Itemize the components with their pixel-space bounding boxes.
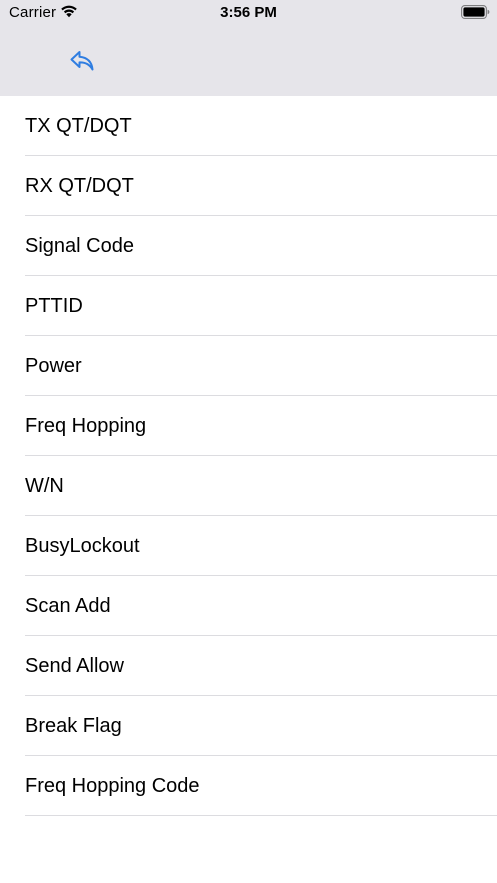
list-item-label: BusyLockout xyxy=(25,535,140,557)
list-item-label: Freq Hopping Code xyxy=(25,775,200,797)
list-item-power[interactable]: Power xyxy=(0,336,497,396)
list-item-label: PTTID xyxy=(25,295,83,317)
list-item-label: RX QT/DQT xyxy=(25,175,134,197)
header-area: Carrier 3:56 PM xyxy=(0,0,497,96)
list-item-label: Break Flag xyxy=(25,715,122,737)
navigation-bar xyxy=(0,26,497,96)
settings-menu-list: TX QT/DQT RX QT/DQT Signal Code PTTID Po… xyxy=(0,96,497,816)
list-item-label: TX QT/DQT xyxy=(25,115,132,137)
battery-full-icon xyxy=(461,5,490,19)
list-item-label: Scan Add xyxy=(25,595,111,617)
row-separator xyxy=(25,815,497,816)
reply-back-icon xyxy=(70,51,94,71)
list-item-label: W/N xyxy=(25,475,64,497)
status-bar: Carrier 3:56 PM xyxy=(0,0,497,26)
list-item-signal-code[interactable]: Signal Code xyxy=(0,216,497,276)
list-item-break-flag[interactable]: Break Flag xyxy=(0,696,497,756)
back-button[interactable] xyxy=(66,46,98,76)
status-time: 3:56 PM xyxy=(220,4,277,21)
list-item-freq-hopping-code[interactable]: Freq Hopping Code xyxy=(0,756,497,816)
list-item-rx-qt-dqt[interactable]: RX QT/DQT xyxy=(0,156,497,216)
list-item-label: Freq Hopping xyxy=(25,415,147,437)
list-item-tx-qt-dqt[interactable]: TX QT/DQT xyxy=(0,96,497,156)
list-item-label: Send Allow xyxy=(25,655,124,677)
list-item-busy-lockout[interactable]: BusyLockout xyxy=(0,516,497,576)
list-item-w-n[interactable]: W/N xyxy=(0,456,497,516)
list-item-scan-add[interactable]: Scan Add xyxy=(0,576,497,636)
list-item-label: Signal Code xyxy=(25,235,134,257)
list-item-freq-hopping[interactable]: Freq Hopping xyxy=(0,396,497,456)
list-item-label: Power xyxy=(25,355,82,377)
list-item-send-allow[interactable]: Send Allow xyxy=(0,636,497,696)
list-item-pttid[interactable]: PTTID xyxy=(0,276,497,336)
